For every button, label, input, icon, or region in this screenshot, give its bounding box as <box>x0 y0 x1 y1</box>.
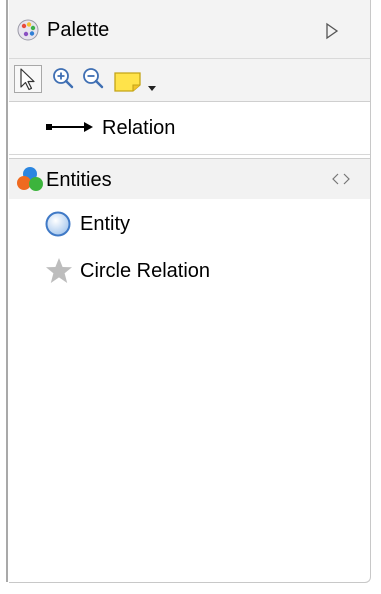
palette-toolbar <box>9 59 370 102</box>
select-tool-button[interactable] <box>14 65 42 93</box>
select-arrow-icon <box>20 68 35 91</box>
drawer-entities[interactable]: Entities <box>9 158 370 199</box>
drawer-entities-label: Entities <box>46 169 112 191</box>
zoom-in-icon[interactable] <box>51 65 77 93</box>
circle-entity-icon <box>45 211 71 237</box>
star-icon <box>46 258 72 283</box>
entities-icon <box>17 167 43 191</box>
chevron-down-icon[interactable] <box>147 75 157 103</box>
palette-entry-entity[interactable]: Entity <box>9 205 370 241</box>
editor-divider[interactable] <box>6 0 8 582</box>
entity-label: Entity <box>80 213 131 235</box>
palette-header: Palette <box>9 0 370 59</box>
note-icon[interactable] <box>113 68 143 96</box>
collapse-palette-icon[interactable] <box>324 22 340 40</box>
arrow-connection-icon <box>46 122 93 132</box>
separator <box>9 154 370 155</box>
palette-entry-relation[interactable]: Relation <box>9 108 370 146</box>
palette-view: Palette Relation Entities Entity Circle … <box>0 0 381 594</box>
pin-drawer-icon[interactable] <box>332 173 350 185</box>
palette-title: Palette <box>47 19 110 41</box>
palette-icon <box>17 19 39 41</box>
circle-relation-label: Circle Relation <box>80 260 211 282</box>
palette-entry-circle-relation[interactable]: Circle Relation <box>9 252 370 288</box>
palette-panel: Palette Relation Entities Entity Circle … <box>9 0 371 583</box>
relation-label: Relation <box>102 117 176 139</box>
zoom-out-icon[interactable] <box>81 65 107 93</box>
